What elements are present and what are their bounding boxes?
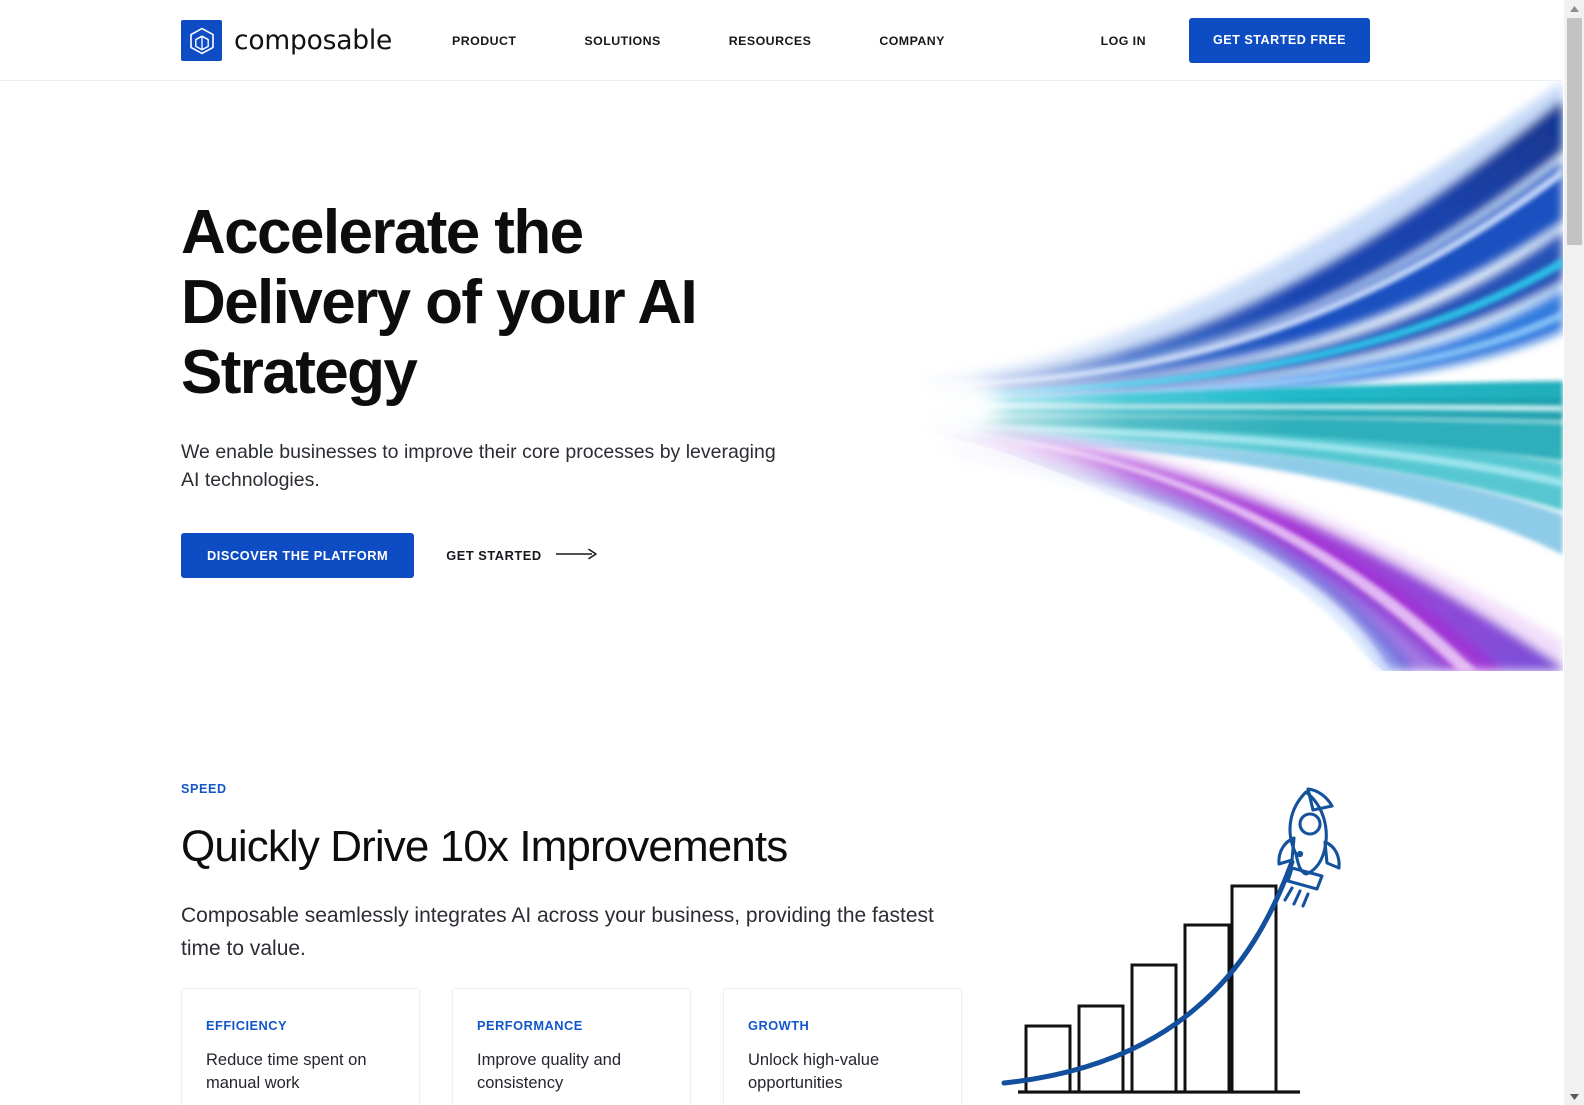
feature-card-efficiency[interactable]: EFFICIENCY Reduce time spent on manual w… <box>181 988 420 1105</box>
speed-section: SPEED Quickly Drive 10x Improvements Com… <box>0 671 1563 1105</box>
nav-item-solutions[interactable]: SOLUTIONS <box>584 34 660 48</box>
hero-subtitle: We enable businesses to improve their co… <box>181 441 776 491</box>
section-eyebrow-speed: SPEED <box>181 782 227 796</box>
feature-card-text: Reduce time spent on manual work <box>206 1051 367 1092</box>
get-started-label: GET STARTED <box>446 548 542 563</box>
feature-card-text: Unlock high-value opportunities <box>748 1051 880 1092</box>
login-link[interactable]: LOG IN <box>1101 34 1146 48</box>
arrow-right-icon <box>555 548 598 563</box>
main-navigation: PRODUCT SOLUTIONS RESOURCES COMPANY <box>452 0 945 81</box>
nav-item-resources[interactable]: RESOURCES <box>729 34 812 48</box>
brand-name: composable <box>234 25 393 56</box>
hero-copy: Accelerate the Delivery of your AI Strat… <box>181 198 801 578</box>
speed-subtitle: Composable seamlessly integrates AI acro… <box>181 904 934 960</box>
scrollbar-down-arrow[interactable] <box>1564 1088 1584 1105</box>
scrollbar-up-arrow[interactable] <box>1564 0 1584 17</box>
feature-card-title: GROWTH <box>748 1018 810 1033</box>
browser-viewport: composable PRODUCT SOLUTIONS RESOURCES C… <box>0 0 1563 1105</box>
cube-icon <box>181 20 222 61</box>
site-header: composable PRODUCT SOLUTIONS RESOURCES C… <box>0 0 1563 81</box>
page-root: composable PRODUCT SOLUTIONS RESOURCES C… <box>0 0 1584 1105</box>
hero-title-line-2: Delivery of your AI <box>181 268 698 337</box>
feature-card-list: EFFICIENCY Reduce time spent on manual w… <box>181 988 962 1105</box>
speed-copy: SPEED Quickly Drive 10x Improvements Com… <box>181 782 981 965</box>
speed-title: Quickly Drive 10x Improvements <box>181 822 788 871</box>
nav-item-product[interactable]: PRODUCT <box>452 34 516 48</box>
nav-item-company[interactable]: COMPANY <box>879 34 945 48</box>
hero-title: Accelerate the Delivery of your AI Strat… <box>181 198 801 408</box>
brand-logo[interactable]: composable <box>181 20 392 61</box>
vertical-scrollbar[interactable] <box>1563 0 1584 1105</box>
hero-cta-group: DISCOVER THE PLATFORM GET STARTED <box>181 533 801 578</box>
discover-the-platform-button[interactable]: DISCOVER THE PLATFORM <box>181 533 415 578</box>
rocket-growth-chart-graphic <box>1000 776 1370 1105</box>
scrollbar-thumb[interactable] <box>1567 18 1582 245</box>
get-started-free-button[interactable]: GET STARTED FREE <box>1188 18 1370 63</box>
header-actions: LOG IN GET STARTED FREE <box>1101 0 1370 81</box>
hero-title-line-3: Strategy <box>181 338 418 407</box>
hero-light-streaks-graphic <box>863 81 1563 671</box>
hero-section: Accelerate the Delivery of your AI Strat… <box>0 81 1563 671</box>
feature-card-performance[interactable]: PERFORMANCE Improve quality and consiste… <box>452 988 691 1105</box>
feature-card-growth[interactable]: GROWTH Unlock high-value opportunities <box>723 988 962 1105</box>
hero-title-line-1: Accelerate the <box>181 198 584 267</box>
feature-card-text: Improve quality and consistency <box>477 1051 621 1092</box>
feature-card-title: EFFICIENCY <box>206 1018 288 1033</box>
get-started-link-button[interactable]: GET STARTED <box>440 533 603 578</box>
feature-card-title: PERFORMANCE <box>477 1018 583 1033</box>
